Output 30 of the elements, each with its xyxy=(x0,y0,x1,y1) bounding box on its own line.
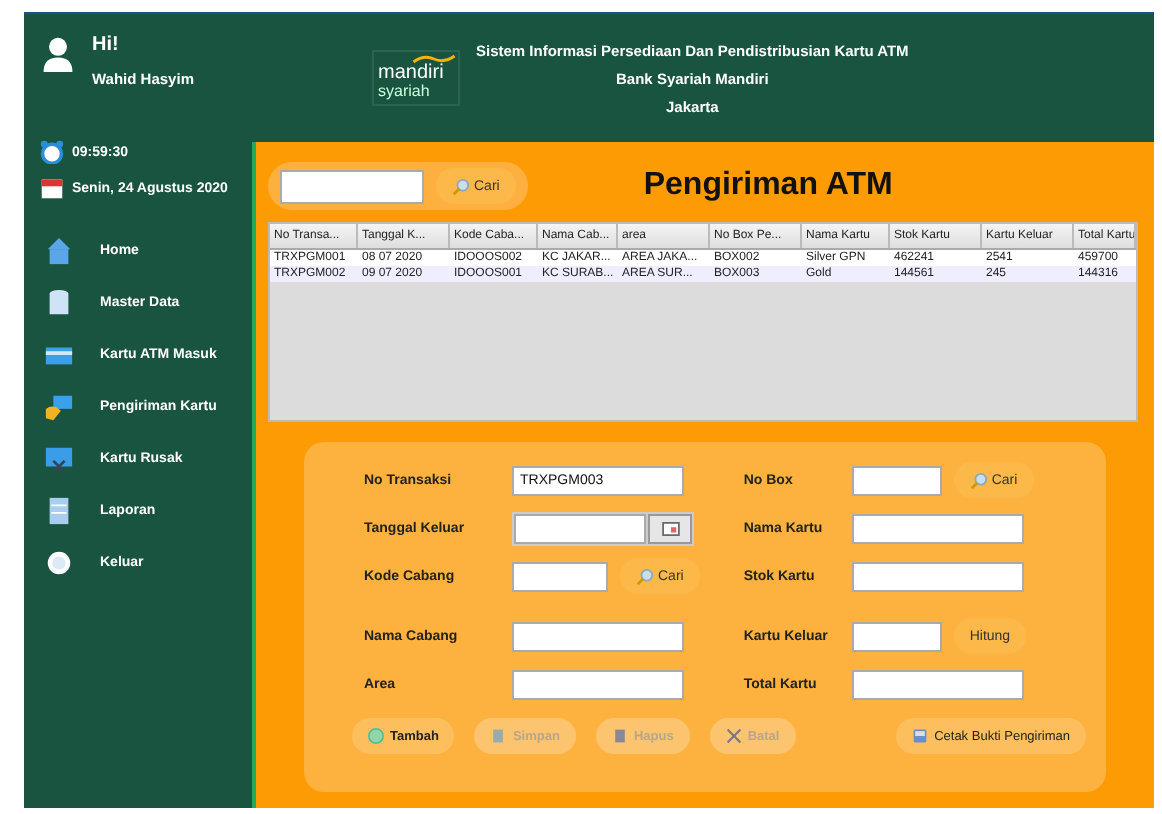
input-field[interactable] xyxy=(851,465,942,495)
x-icon xyxy=(725,728,742,744)
input-field[interactable] xyxy=(851,669,1024,699)
calendar-button[interactable] xyxy=(648,513,692,543)
input-field[interactable] xyxy=(512,561,608,591)
logo-sub: syariah xyxy=(378,84,432,100)
logo-main: mandiri xyxy=(378,64,446,84)
input-field[interactable] xyxy=(851,561,1024,591)
monitor-icon xyxy=(44,443,74,473)
calendar-icon xyxy=(661,521,679,535)
calendar-icon xyxy=(40,176,64,200)
input-field[interactable] xyxy=(512,669,684,699)
circle-icon xyxy=(44,547,74,577)
search-field[interactable] xyxy=(280,169,424,203)
search-icon xyxy=(452,177,470,195)
home-icon xyxy=(44,235,74,265)
alarm-clock-icon xyxy=(40,140,64,164)
database-icon xyxy=(44,287,74,317)
document-icon xyxy=(44,495,74,525)
greeting: Hi! xyxy=(92,34,121,56)
input-field[interactable] xyxy=(512,621,684,651)
input-field[interactable] xyxy=(851,513,1024,543)
date-field[interactable] xyxy=(512,511,694,545)
printer-icon xyxy=(912,728,929,744)
input-field[interactable] xyxy=(851,621,942,651)
user-icon xyxy=(40,34,76,74)
wave-icon xyxy=(412,54,456,64)
search-icon xyxy=(636,567,654,585)
search-icon xyxy=(969,471,988,489)
page-title: Pengiriman ATM xyxy=(643,168,893,204)
